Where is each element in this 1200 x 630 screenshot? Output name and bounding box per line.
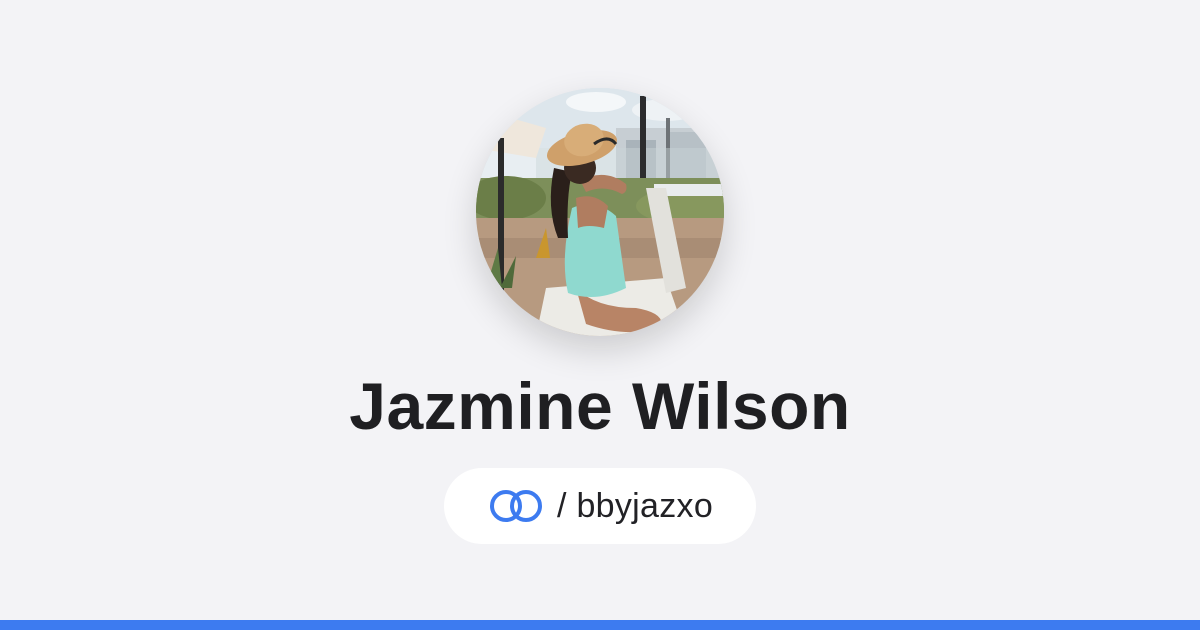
linked-rings-icon [489,490,542,522]
avatar[interactable] [476,88,724,336]
profile-card: Jazmine Wilson / bbyjazxo [0,0,1200,630]
accent-bar [0,620,1200,630]
social-handle: / bbyjazxo [556,486,714,525]
profile-name: Jazmine Wilson [349,369,851,443]
social-handle-link[interactable]: / bbyjazxo [444,468,756,544]
profile-photo [476,88,724,336]
